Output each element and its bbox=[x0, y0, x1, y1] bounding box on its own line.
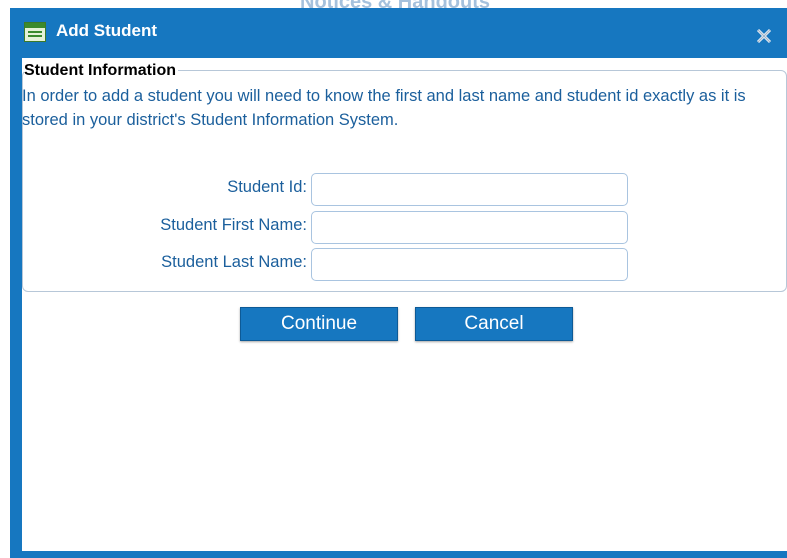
section-legend: Student Information bbox=[24, 62, 178, 80]
dialog-content: Student Information In order to add a st… bbox=[22, 58, 787, 551]
student-first-name-label: Student First Name: bbox=[160, 216, 307, 234]
student-last-name-input[interactable] bbox=[311, 248, 628, 281]
student-first-name-input[interactable] bbox=[311, 211, 628, 244]
form-icon bbox=[24, 22, 46, 42]
cancel-button[interactable]: Cancel bbox=[415, 307, 573, 341]
student-id-label: Student Id: bbox=[227, 178, 307, 196]
dialog-title: Add Student bbox=[56, 21, 158, 40]
student-last-name-label: Student Last Name: bbox=[161, 253, 307, 271]
student-id-row: Student Id: bbox=[22, 173, 787, 207]
continue-button[interactable]: Continue bbox=[240, 307, 398, 341]
student-last-name-row: Student Last Name: bbox=[22, 248, 787, 282]
add-student-dialog: Add Student Student Information In order… bbox=[10, 8, 787, 558]
student-first-name-row: Student First Name: bbox=[22, 211, 787, 245]
student-id-input[interactable] bbox=[311, 173, 628, 206]
section-description: In order to add a student you will need … bbox=[22, 87, 746, 129]
close-icon[interactable] bbox=[755, 27, 773, 45]
dialog-titlebar[interactable]: Add Student bbox=[10, 8, 787, 58]
